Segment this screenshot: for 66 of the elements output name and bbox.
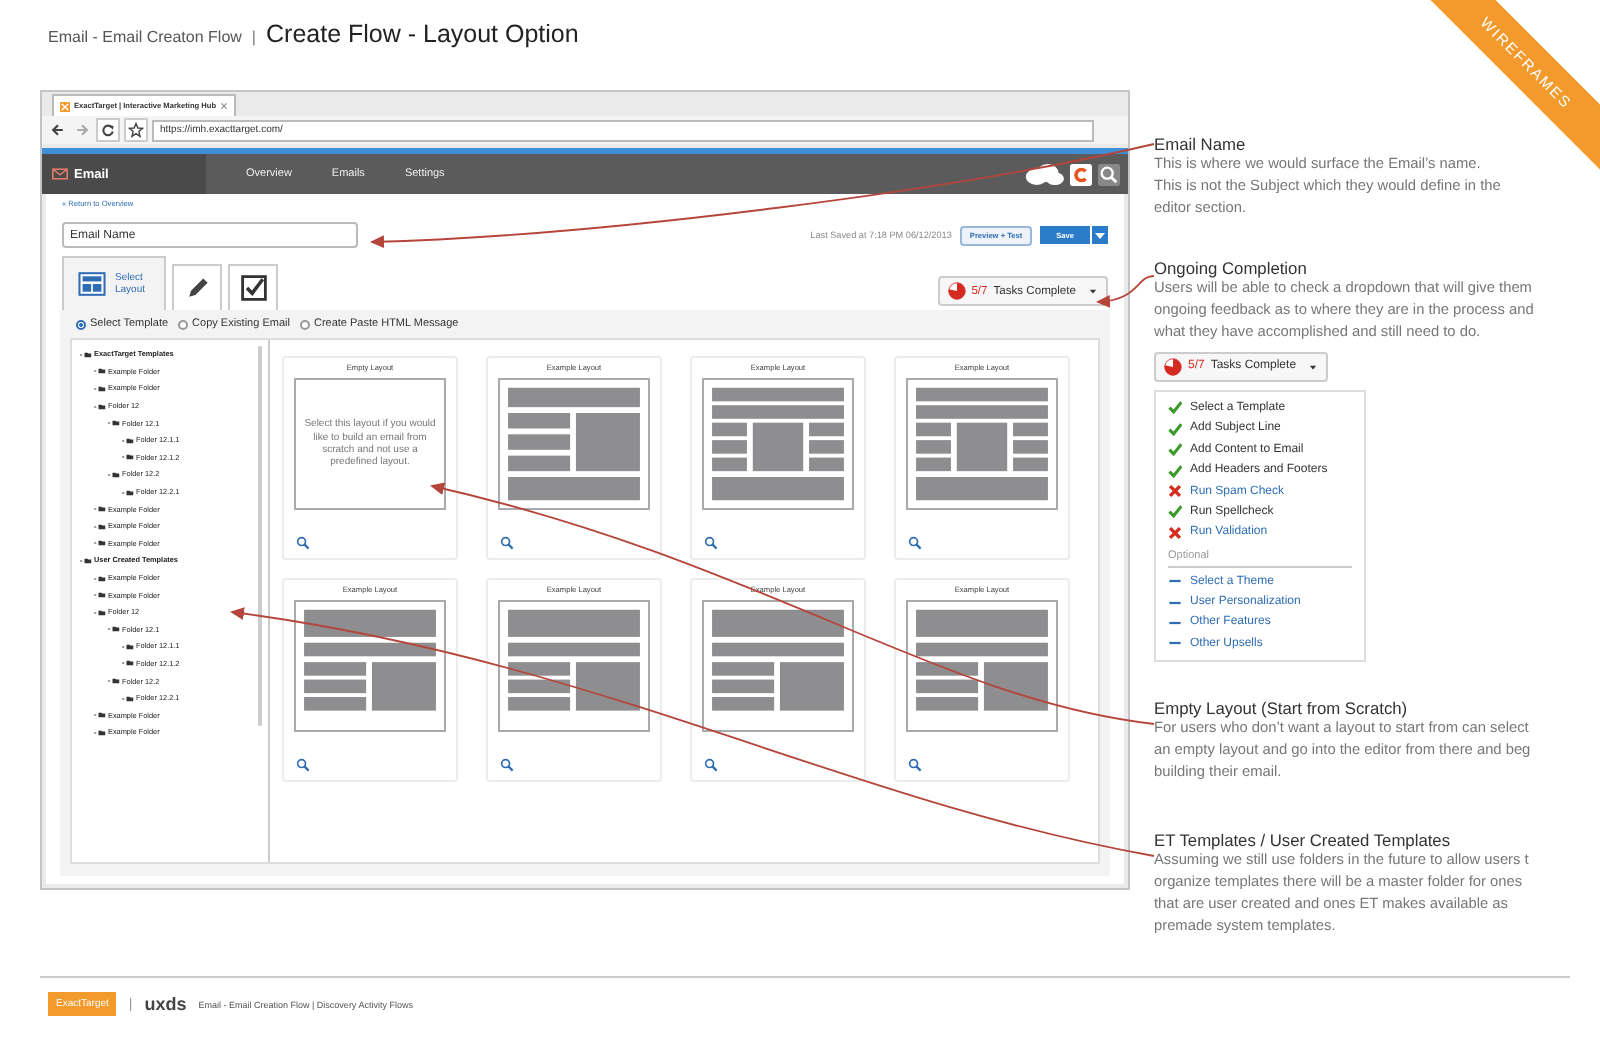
zoom-icon[interactable] (908, 758, 922, 772)
folder-icon (108, 420, 120, 427)
cloud-icon[interactable] (1024, 163, 1064, 185)
folder-icon (80, 557, 92, 564)
envelope-icon (52, 168, 68, 180)
folder-icon (94, 712, 106, 719)
check-icon (1168, 504, 1182, 519)
folder-icon (94, 523, 106, 530)
folder-icon (108, 471, 120, 478)
step-tab[interactable] (172, 264, 222, 310)
scrollbar[interactable] (258, 346, 262, 726)
folder-icon (94, 609, 106, 616)
radio-button[interactable] (76, 319, 86, 329)
reload-icon[interactable] (96, 118, 120, 142)
app-logo-icon[interactable] (1070, 163, 1092, 185)
progress-pie-icon (1164, 357, 1182, 376)
caret-icon[interactable] (1090, 226, 1108, 244)
folder-icon (94, 540, 106, 547)
checkbox-icon (239, 274, 267, 302)
separator: | (251, 28, 256, 46)
folder-icon (122, 695, 134, 702)
folder-icon (122, 489, 134, 496)
zoom-icon[interactable] (704, 758, 718, 772)
footer-brand: uxds (144, 994, 187, 1014)
note-title: Email Name (1154, 134, 1246, 154)
folder-icon (94, 385, 106, 392)
star-icon[interactable] (124, 118, 148, 142)
folder-icon (94, 592, 106, 599)
cross-icon (1168, 484, 1182, 499)
folder-icon (122, 437, 134, 444)
favicon-icon (60, 101, 70, 111)
note-title: Ongoing Completion (1154, 258, 1307, 279)
caret-icon (1308, 361, 1319, 372)
page-title: Create Flow - Layout Option (266, 20, 579, 48)
zoom-icon[interactable] (908, 536, 922, 550)
zoom-icon[interactable] (296, 758, 310, 772)
zoom-icon[interactable] (500, 758, 514, 772)
layout-grid-icon (77, 272, 105, 296)
zoom-icon[interactable] (704, 536, 718, 550)
folder-icon (122, 660, 134, 667)
folder-icon (108, 626, 120, 633)
radio-button[interactable] (299, 319, 310, 329)
close-icon[interactable] (220, 102, 229, 110)
back-icon[interactable] (48, 120, 68, 140)
progress-pie-icon (947, 282, 966, 300)
pencil-icon (183, 274, 211, 302)
cross-icon (1168, 525, 1182, 540)
folder-icon (94, 368, 106, 375)
zoom-icon[interactable] (500, 536, 514, 550)
folder-icon (80, 351, 92, 358)
flow-name: Email - Email Creaton Flow (48, 28, 242, 46)
folder-icon (122, 643, 134, 650)
note-title: ET Templates / User Created Templates (1154, 830, 1451, 851)
folder-icon (108, 678, 120, 685)
folder-icon (94, 506, 106, 513)
step-tab[interactable] (228, 264, 278, 310)
folder-icon (94, 575, 106, 582)
folder-icon (122, 454, 134, 461)
radio-button[interactable] (178, 319, 189, 329)
note-title: Empty Layout (Start from Scratch) (1154, 698, 1408, 719)
leader-line (1096, 275, 1155, 308)
caret-icon (1088, 286, 1098, 296)
folder-icon (94, 403, 106, 410)
folder-icon (94, 729, 106, 736)
zoom-icon[interactable] (296, 536, 310, 550)
search-icon[interactable] (1098, 163, 1120, 185)
